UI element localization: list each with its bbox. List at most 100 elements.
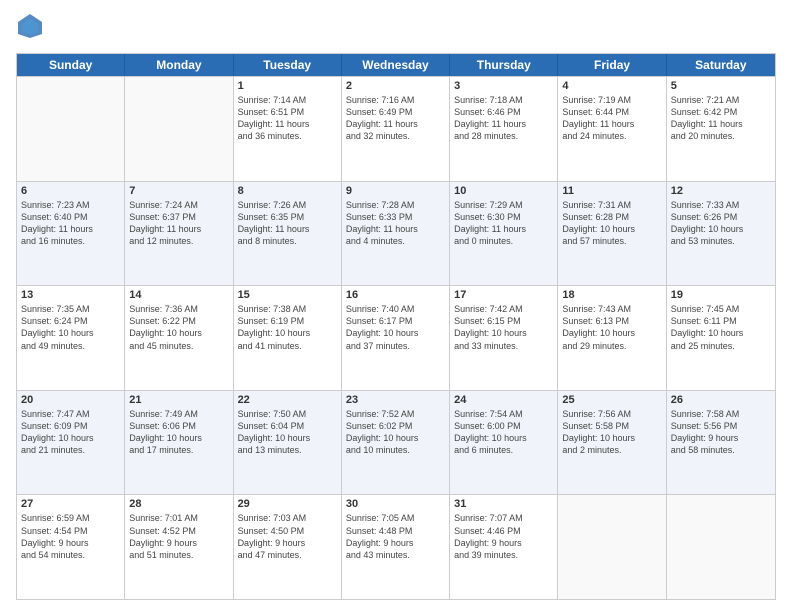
calendar-cell-r1c4: 10Sunrise: 7:29 AM Sunset: 6:30 PM Dayli… xyxy=(450,182,558,286)
day-info: Sunrise: 7:24 AM Sunset: 6:37 PM Dayligh… xyxy=(129,199,228,248)
calendar-cell-r4c5 xyxy=(558,495,666,599)
day-number: 12 xyxy=(671,185,771,197)
header-day-friday: Friday xyxy=(558,54,666,76)
calendar-cell-r1c1: 7 Sunrise: 7:24 AM Sunset: 6:37 PM Daylig… xyxy=(125,182,233,286)
calendar-cell-r4c4: 31Sunrise: 7:07 AM Sunset: 4:46 PM Dayli… xyxy=(450,495,558,599)
day-info: Sunrise: 7:54 AM Sunset: 6:00 PM Dayligh… xyxy=(454,408,553,457)
day-info: Sunrise: 7:56 AM Sunset: 5:58 PM Dayligh… xyxy=(562,408,661,457)
calendar-cell-r4c6 xyxy=(667,495,775,599)
day-number: 23 xyxy=(346,394,445,406)
calendar-cell-r4c2: 29 Sunrise: 7:03 AM Sunset: 4:50 PM Dayli… xyxy=(234,495,342,599)
calendar-row-1: 6Sunrise: 7:23 AM Sunset: 6:40 PM Daylig… xyxy=(17,181,775,286)
day-info: Sunrise: 7:43 AM Sunset: 6:13 PM Dayligh… xyxy=(562,303,661,352)
calendar-cell-r0c6: 5Sunrise: 7:21 AM Sunset: 6:42 PM Daylig… xyxy=(667,77,775,181)
calendar-row-2: 13Sunrise: 7:35 AM Sunset: 6:24 PM Dayli… xyxy=(17,285,775,390)
day-info: Sunrise: 7:58 AM Sunset: 5:56 PM Dayligh… xyxy=(671,408,771,457)
day-info: Sunrise: 7:28 AM Sunset: 6:33 PM Dayligh… xyxy=(346,199,445,248)
calendar-cell-r4c3: 30 Sunrise: 7:05 AM Sunset: 4:48 PM Dayli… xyxy=(342,495,450,599)
day-info: Sunrise: 7:49 AM Sunset: 6:06 PM Dayligh… xyxy=(129,408,228,457)
day-info: Sunrise: 7:36 AM Sunset: 6:22 PM Dayligh… xyxy=(129,303,228,352)
calendar-cell-r3c2: 22 Sunrise: 7:50 AM Sunset: 6:04 PM Dayli… xyxy=(234,391,342,495)
calendar-cell-r3c6: 26 Sunrise: 7:58 AM Sunset: 5:56 PM Dayli… xyxy=(667,391,775,495)
calendar-cell-r4c0: 27 Sunrise: 6:59 AM Sunset: 4:54 PM Dayli… xyxy=(17,495,125,599)
day-number: 9 xyxy=(346,185,445,197)
header-day-sunday: Sunday xyxy=(17,54,125,76)
logo-icon xyxy=(16,12,44,40)
day-number: 22 xyxy=(238,394,337,406)
day-number: 10 xyxy=(454,185,553,197)
day-number: 29 xyxy=(238,498,337,510)
day-info: Sunrise: 7:16 AM Sunset: 6:49 PM Dayligh… xyxy=(346,94,445,143)
day-number: 15 xyxy=(238,289,337,301)
calendar-cell-r2c6: 19 Sunrise: 7:45 AM Sunset: 6:11 PM Dayli… xyxy=(667,286,775,390)
calendar-cell-r0c0 xyxy=(17,77,125,181)
day-info: Sunrise: 7:33 AM Sunset: 6:26 PM Dayligh… xyxy=(671,199,771,248)
day-info: Sunrise: 7:01 AM Sunset: 4:52 PM Dayligh… xyxy=(129,512,228,561)
calendar-cell-r0c4: 3Sunrise: 7:18 AM Sunset: 6:46 PM Daylig… xyxy=(450,77,558,181)
day-info: Sunrise: 7:52 AM Sunset: 6:02 PM Dayligh… xyxy=(346,408,445,457)
day-info: Sunrise: 7:40 AM Sunset: 6:17 PM Dayligh… xyxy=(346,303,445,352)
day-number: 19 xyxy=(671,289,771,301)
day-number: 18 xyxy=(562,289,661,301)
day-number: 5 xyxy=(671,80,771,92)
calendar-cell-r0c1 xyxy=(125,77,233,181)
day-number: 4 xyxy=(562,80,661,92)
day-info: Sunrise: 7:45 AM Sunset: 6:11 PM Dayligh… xyxy=(671,303,771,352)
day-number: 21 xyxy=(129,394,228,406)
calendar-cell-r0c5: 4Sunrise: 7:19 AM Sunset: 6:44 PM Daylig… xyxy=(558,77,666,181)
day-number: 7 xyxy=(129,185,228,197)
day-info: Sunrise: 7:50 AM Sunset: 6:04 PM Dayligh… xyxy=(238,408,337,457)
day-info: Sunrise: 7:14 AM Sunset: 6:51 PM Dayligh… xyxy=(238,94,337,143)
calendar-cell-r2c2: 15Sunrise: 7:38 AM Sunset: 6:19 PM Dayli… xyxy=(234,286,342,390)
day-number: 27 xyxy=(21,498,120,510)
calendar-cell-r1c0: 6Sunrise: 7:23 AM Sunset: 6:40 PM Daylig… xyxy=(17,182,125,286)
day-number: 20 xyxy=(21,394,120,406)
day-number: 6 xyxy=(21,185,120,197)
header-day-wednesday: Wednesday xyxy=(342,54,450,76)
day-info: Sunrise: 7:35 AM Sunset: 6:24 PM Dayligh… xyxy=(21,303,120,352)
day-number: 8 xyxy=(238,185,337,197)
day-number: 28 xyxy=(129,498,228,510)
calendar: SundayMondayTuesdayWednesdayThursdayFrid… xyxy=(16,53,776,600)
page: SundayMondayTuesdayWednesdayThursdayFrid… xyxy=(0,0,792,612)
day-number: 1 xyxy=(238,80,337,92)
day-number: 30 xyxy=(346,498,445,510)
day-number: 31 xyxy=(454,498,553,510)
calendar-body: 1 Sunrise: 7:14 AM Sunset: 6:51 PM Daylig… xyxy=(17,76,775,599)
calendar-cell-r3c0: 20 Sunrise: 7:47 AM Sunset: 6:09 PM Dayli… xyxy=(17,391,125,495)
calendar-cell-r3c3: 23 Sunrise: 7:52 AM Sunset: 6:02 PM Dayli… xyxy=(342,391,450,495)
calendar-cell-r3c4: 24 Sunrise: 7:54 AM Sunset: 6:00 PM Dayli… xyxy=(450,391,558,495)
calendar-cell-r3c1: 21 Sunrise: 7:49 AM Sunset: 6:06 PM Dayli… xyxy=(125,391,233,495)
calendar-cell-r2c4: 17Sunrise: 7:42 AM Sunset: 6:15 PM Dayli… xyxy=(450,286,558,390)
day-info: Sunrise: 7:47 AM Sunset: 6:09 PM Dayligh… xyxy=(21,408,120,457)
day-number: 11 xyxy=(562,185,661,197)
day-number: 14 xyxy=(129,289,228,301)
calendar-cell-r2c5: 18 Sunrise: 7:43 AM Sunset: 6:13 PM Dayli… xyxy=(558,286,666,390)
day-info: Sunrise: 7:42 AM Sunset: 6:15 PM Dayligh… xyxy=(454,303,553,352)
day-info: Sunrise: 6:59 AM Sunset: 4:54 PM Dayligh… xyxy=(21,512,120,561)
calendar-cell-r1c5: 11Sunrise: 7:31 AM Sunset: 6:28 PM Dayli… xyxy=(558,182,666,286)
day-info: Sunrise: 7:05 AM Sunset: 4:48 PM Dayligh… xyxy=(346,512,445,561)
day-info: Sunrise: 7:26 AM Sunset: 6:35 PM Dayligh… xyxy=(238,199,337,248)
calendar-cell-r1c2: 8 Sunrise: 7:26 AM Sunset: 6:35 PM Daylig… xyxy=(234,182,342,286)
day-info: Sunrise: 7:18 AM Sunset: 6:46 PM Dayligh… xyxy=(454,94,553,143)
calendar-cell-r2c1: 14 Sunrise: 7:36 AM Sunset: 6:22 PM Dayli… xyxy=(125,286,233,390)
day-number: 26 xyxy=(671,394,771,406)
calendar-cell-r1c3: 9 Sunrise: 7:28 AM Sunset: 6:33 PM Daylig… xyxy=(342,182,450,286)
calendar-cell-r0c3: 2 Sunrise: 7:16 AM Sunset: 6:49 PM Daylig… xyxy=(342,77,450,181)
calendar-header: SundayMondayTuesdayWednesdayThursdayFrid… xyxy=(17,54,775,76)
day-number: 24 xyxy=(454,394,553,406)
calendar-cell-r2c3: 16Sunrise: 7:40 AM Sunset: 6:17 PM Dayli… xyxy=(342,286,450,390)
calendar-cell-r4c1: 28 Sunrise: 7:01 AM Sunset: 4:52 PM Dayli… xyxy=(125,495,233,599)
calendar-cell-r2c0: 13Sunrise: 7:35 AM Sunset: 6:24 PM Dayli… xyxy=(17,286,125,390)
logo xyxy=(16,12,48,45)
header xyxy=(16,12,776,45)
day-info: Sunrise: 7:03 AM Sunset: 4:50 PM Dayligh… xyxy=(238,512,337,561)
calendar-row-0: 1 Sunrise: 7:14 AM Sunset: 6:51 PM Daylig… xyxy=(17,76,775,181)
calendar-row-3: 20 Sunrise: 7:47 AM Sunset: 6:09 PM Dayli… xyxy=(17,390,775,495)
day-number: 25 xyxy=(562,394,661,406)
header-day-saturday: Saturday xyxy=(667,54,775,76)
calendar-row-4: 27 Sunrise: 6:59 AM Sunset: 4:54 PM Dayli… xyxy=(17,494,775,599)
day-number: 2 xyxy=(346,80,445,92)
calendar-cell-r3c5: 25 Sunrise: 7:56 AM Sunset: 5:58 PM Dayli… xyxy=(558,391,666,495)
